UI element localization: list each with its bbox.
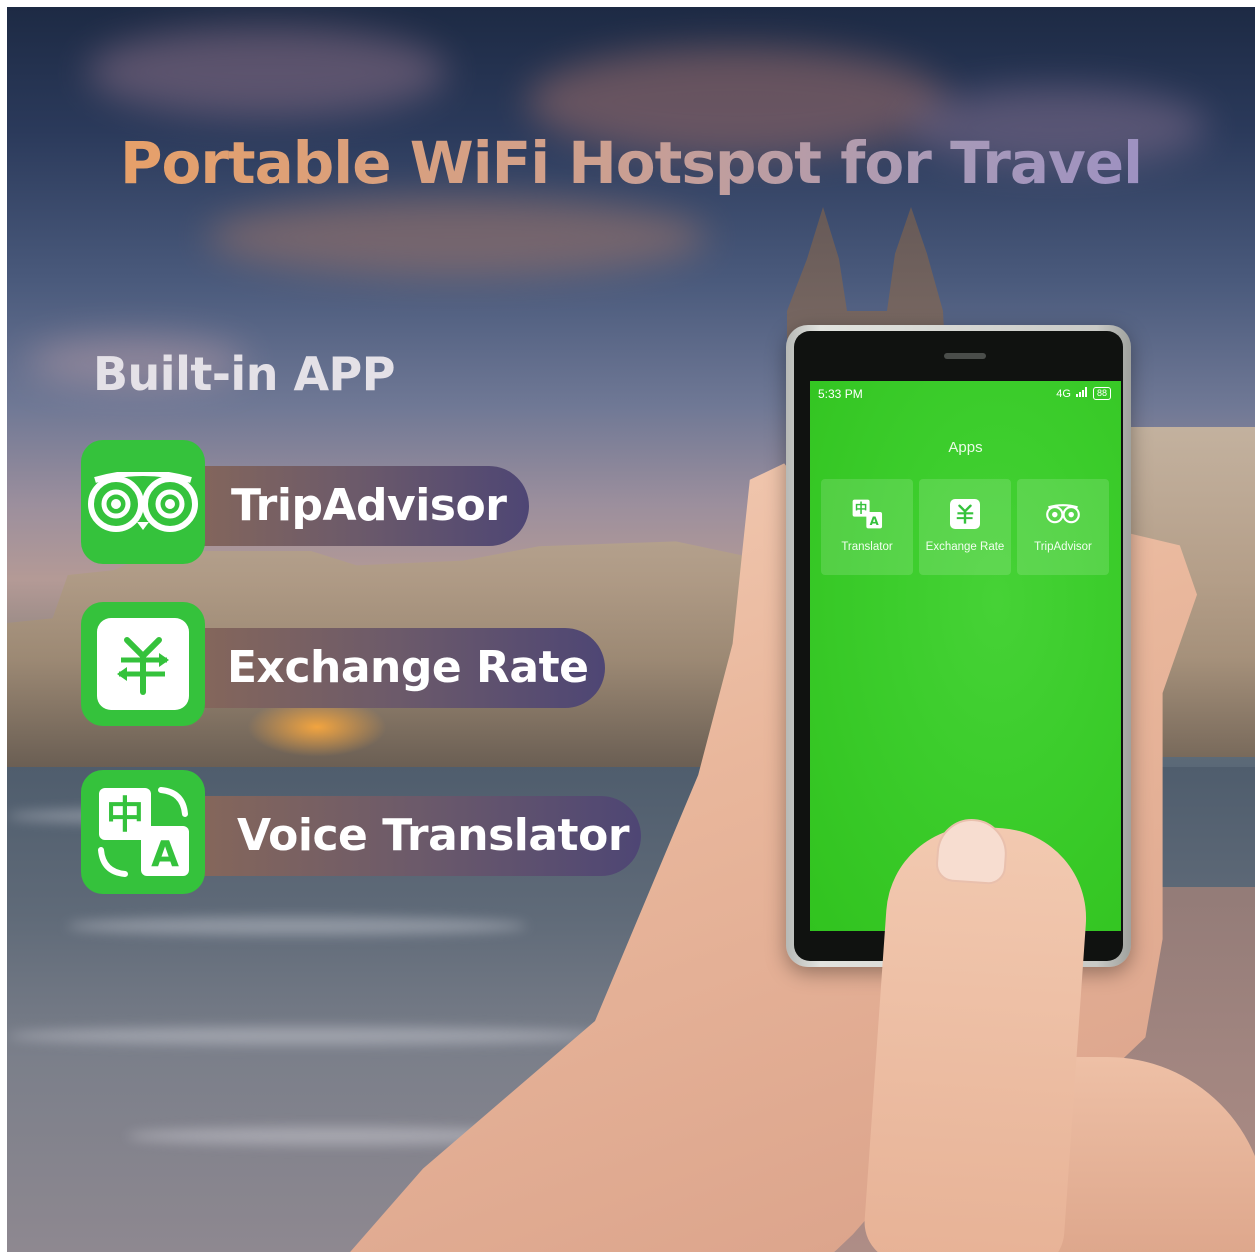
- yuan-exchange-icon: [81, 602, 205, 726]
- app-tile-exchange-rate[interactable]: Exchange Rate: [919, 479, 1011, 575]
- app-tile-translator[interactable]: 中 A Translator: [821, 479, 913, 575]
- section-heading: Built-in APP: [93, 347, 395, 401]
- status-bar-right: 4G 88: [1056, 387, 1111, 400]
- screen-title: Apps: [948, 439, 983, 456]
- translate-icon: 中 A: [81, 770, 205, 894]
- background-scene: Portable WiFi Hotspot for Travel Built-i…: [7, 7, 1255, 1252]
- translate-icon: 中 A: [850, 497, 884, 531]
- svg-text:中: 中: [855, 501, 867, 516]
- svg-text:中: 中: [106, 793, 144, 837]
- app-label: Exchange Rate: [925, 541, 1005, 553]
- owl-icon: [81, 440, 205, 564]
- feature-label: Exchange Rate: [227, 642, 589, 693]
- pointing-finger: [861, 820, 1093, 1252]
- network-label: 4G: [1056, 387, 1071, 400]
- app-label: Translator: [841, 541, 893, 553]
- page-title: Portable WiFi Hotspot for Travel: [7, 129, 1255, 197]
- signal-icon: [1075, 387, 1088, 400]
- feature-label: TripAdvisor: [231, 480, 507, 531]
- yuan-exchange-icon: [948, 497, 982, 531]
- svg-text:A: A: [870, 514, 880, 528]
- battery-icon: 88: [1092, 387, 1111, 400]
- app-tile-tripadvisor[interactable]: TripAdvisor: [1017, 479, 1109, 575]
- phone-speaker: [944, 353, 986, 359]
- feature-label: Voice Translator: [237, 810, 630, 861]
- status-time: 5:33 PM: [818, 387, 863, 401]
- owl-icon: [1046, 497, 1080, 531]
- app-label: TripAdvisor: [1034, 541, 1092, 553]
- svg-text:A: A: [151, 834, 179, 875]
